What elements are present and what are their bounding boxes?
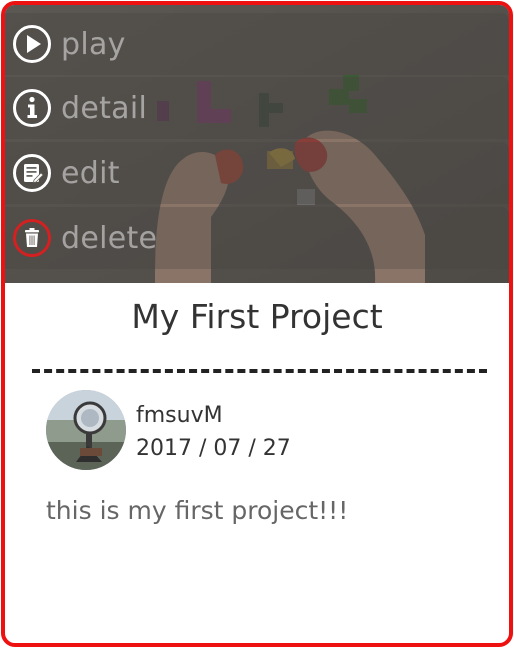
edit-button[interactable]: edit	[5, 142, 509, 204]
info-circle-icon	[13, 89, 51, 127]
play-circle-icon	[13, 25, 51, 63]
project-action-menu: play detail edit delete	[5, 5, 509, 283]
project-description: this is my first project!!!	[46, 496, 349, 525]
project-date: 2017 / 07 / 27	[136, 436, 291, 461]
detail-button[interactable]: detail	[5, 77, 509, 139]
detail-label: detail	[61, 90, 148, 126]
play-label: play	[61, 26, 126, 62]
play-button[interactable]: play	[5, 13, 509, 75]
edit-note-icon	[13, 154, 51, 192]
project-title: My First Project	[131, 297, 383, 336]
avatar	[46, 390, 126, 470]
avatar-image	[46, 390, 126, 470]
divider	[32, 369, 487, 373]
project-card: play detail edit delete My First Project…	[1, 1, 513, 647]
trash-icon	[13, 219, 51, 257]
delete-button[interactable]: delete	[5, 207, 509, 269]
author-name: fmsuvM	[136, 403, 223, 428]
project-thumbnail: play detail edit delete	[5, 5, 509, 283]
edit-label: edit	[61, 155, 120, 191]
delete-label: delete	[61, 220, 158, 256]
